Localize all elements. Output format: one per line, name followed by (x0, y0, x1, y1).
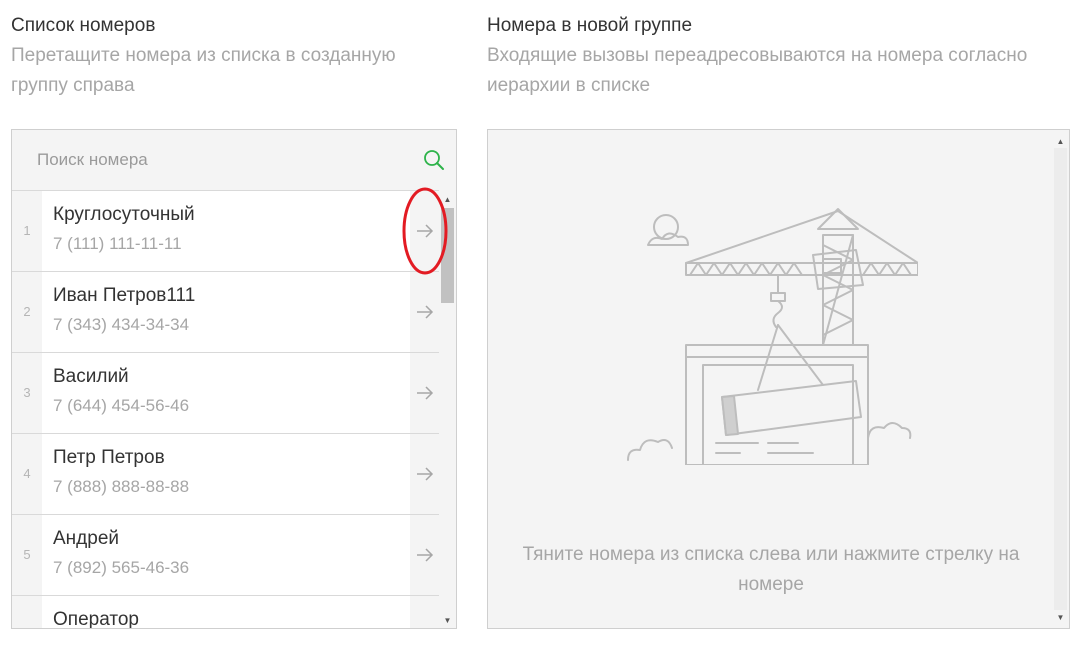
list-item[interactable]: 2 Иван Петров111 7 (343) 434-34-34 (12, 272, 456, 353)
list-item-name: Иван Петров111 (53, 285, 196, 306)
add-to-group-button[interactable] (410, 434, 440, 514)
list-item-index: 4 (23, 466, 31, 481)
add-to-group-button[interactable] (410, 272, 440, 352)
list-item-name: Круглосуточный (53, 204, 195, 225)
list-item-phone: 7 (888) 888-88-88 (53, 477, 190, 496)
list-item-body[interactable]: Иван Петров111 7 (343) 434-34-34 (42, 272, 410, 352)
add-to-group-button[interactable] (410, 353, 440, 433)
list-item[interactable]: 5 Андрей 7 (892) 565-46-36 (12, 515, 456, 596)
list-item-name: Василий (53, 366, 129, 387)
add-to-group-button[interactable] (410, 515, 440, 595)
search-icon[interactable] (422, 148, 446, 172)
arrow-right-icon (417, 467, 434, 481)
search-input[interactable] (12, 130, 456, 190)
list-item-phone: 7 (111) 111-11-11 (53, 234, 182, 253)
scroll-thumb[interactable] (441, 208, 454, 303)
scroll-down-arrow-icon[interactable]: ▼ (439, 613, 456, 627)
list-item-body[interactable]: Андрей 7 (892) 565-46-36 (42, 515, 410, 595)
numbers-list: 1 Круглосуточный 7 (111) 111-11-11 2 Ива… (12, 191, 456, 629)
group-scrollbar[interactable]: ▲ ▼ (1052, 130, 1069, 628)
list-item-name: Оператор (53, 609, 139, 629)
list-item-body[interactable]: Василий 7 (644) 454-56-46 (42, 353, 410, 433)
empty-state-text: Тяните номера из списка слева или нажмит… (522, 544, 1020, 595)
new-group-description: Входящие вызовы переадресовываются на но… (487, 45, 1028, 96)
crane-illustration (627, 208, 918, 465)
numbers-list-panel: 1 Круглосуточный 7 (111) 111-11-11 2 Ива… (11, 129, 457, 629)
list-scrollbar[interactable]: ▲ ▼ (439, 190, 456, 628)
list-item[interactable]: 1 Круглосуточный 7 (111) 111-11-11 (12, 191, 456, 272)
add-to-group-button[interactable] (410, 191, 440, 271)
list-item-phone: 7 (892) 565-46-36 (53, 558, 190, 577)
list-item-body[interactable]: Петр Петров 7 (888) 888-88-88 (42, 434, 410, 514)
list-item-phone: 7 (343) 434-34-34 (53, 315, 190, 334)
new-group-header: Номера в новой группе Входящие вызовы пе… (487, 0, 1070, 101)
list-item-index: 1 (23, 223, 31, 238)
list-item-index: 2 (23, 304, 31, 319)
arrow-right-icon (417, 305, 434, 319)
scroll-up-arrow-icon[interactable]: ▲ (439, 192, 456, 206)
list-item-body[interactable]: Круглосуточный 7 (111) 111-11-11 (42, 191, 410, 271)
list-item-index: 3 (23, 385, 31, 400)
scroll-up-arrow-icon[interactable]: ▲ (1052, 134, 1069, 148)
new-group-title: Номера в новой группе (487, 15, 693, 36)
numbers-list-description: Перетащите номера из списка в созданную … (11, 45, 396, 96)
arrow-right-icon (417, 548, 434, 562)
list-item-body[interactable]: Оператор (42, 596, 410, 629)
search-bar (12, 130, 456, 191)
list-item[interactable]: 4 Петр Петров 7 (888) 888-88-88 (12, 434, 456, 515)
new-group-panel[interactable]: Тяните номера из списка слева или нажмит… (487, 129, 1070, 629)
list-item-name: Андрей (53, 528, 119, 549)
list-item[interactable]: 3 Василий 7 (644) 454-56-46 (12, 353, 456, 434)
list-item-index: 5 (23, 547, 31, 562)
arrow-right-icon (417, 224, 434, 238)
list-item[interactable]: 6 Оператор (12, 596, 456, 629)
numbers-list-title: Список номеров (11, 15, 156, 36)
scroll-track[interactable] (1054, 148, 1067, 610)
list-item-index: 6 (12, 596, 42, 628)
add-to-group-button[interactable] (410, 596, 440, 628)
scroll-down-arrow-icon[interactable]: ▼ (1052, 610, 1069, 624)
list-item-name: Петр Петров (53, 447, 165, 468)
list-item-phone: 7 (644) 454-56-46 (53, 396, 190, 415)
arrow-right-icon (417, 386, 434, 400)
numbers-list-header: Список номеров Перетащите номера из спис… (11, 0, 457, 101)
